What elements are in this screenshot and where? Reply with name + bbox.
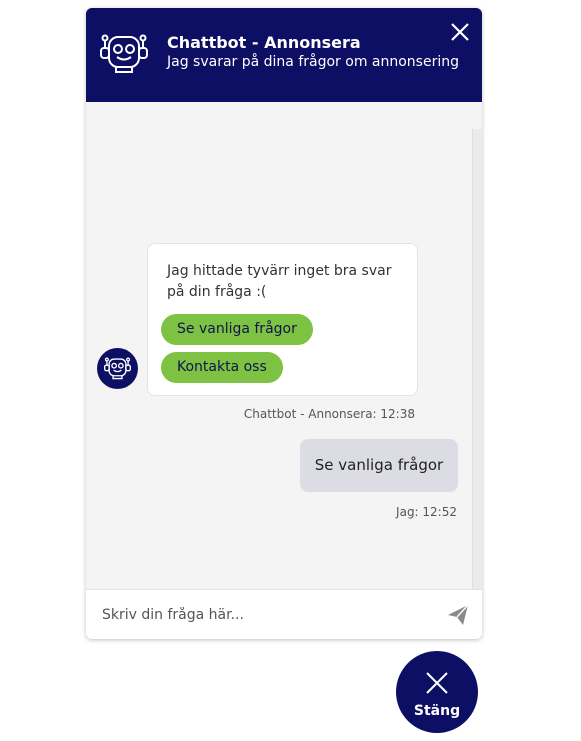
chat-log[interactable]: Jag hittade tyvärr inget bra svar på din… [86,102,482,589]
bot-avatar [97,348,138,389]
header-subtitle: Jag svarar på dina frågor om annonsering [167,54,459,70]
close-icon[interactable] [448,20,472,44]
message-input-bar [86,589,482,639]
quick-reply-contact-button[interactable]: Kontakta oss [161,352,283,383]
chat-scrollbar[interactable] [472,129,482,589]
close-icon [426,672,448,694]
bot-message: Jag hittade tyvärr inget bra svar på din… [147,243,418,396]
quick-reply-faq-button[interactable]: Se vanliga frågor [161,314,313,345]
close-chat-label: Stäng [413,703,461,719]
chat-widget: Chattbot - Annonsera Jag svarar på dina … [86,8,482,639]
bot-message-text: Jag hittade tyvärr inget bra svar på din… [167,263,392,300]
robot-icon [100,34,148,73]
close-chat-button[interactable]: Stäng [396,651,478,733]
send-icon[interactable] [446,603,470,627]
header-title: Chattbot - Annonsera [167,33,361,52]
user-message-timestamp: Jag: 12:52 [396,505,457,519]
bot-message-timestamp: Chattbot - Annonsera: 12:38 [243,407,415,421]
robot-icon [104,357,131,380]
chat-header: Chattbot - Annonsera Jag svarar på dina … [86,8,482,102]
message-input[interactable] [102,602,422,628]
user-message: Se vanliga frågor [300,439,458,492]
